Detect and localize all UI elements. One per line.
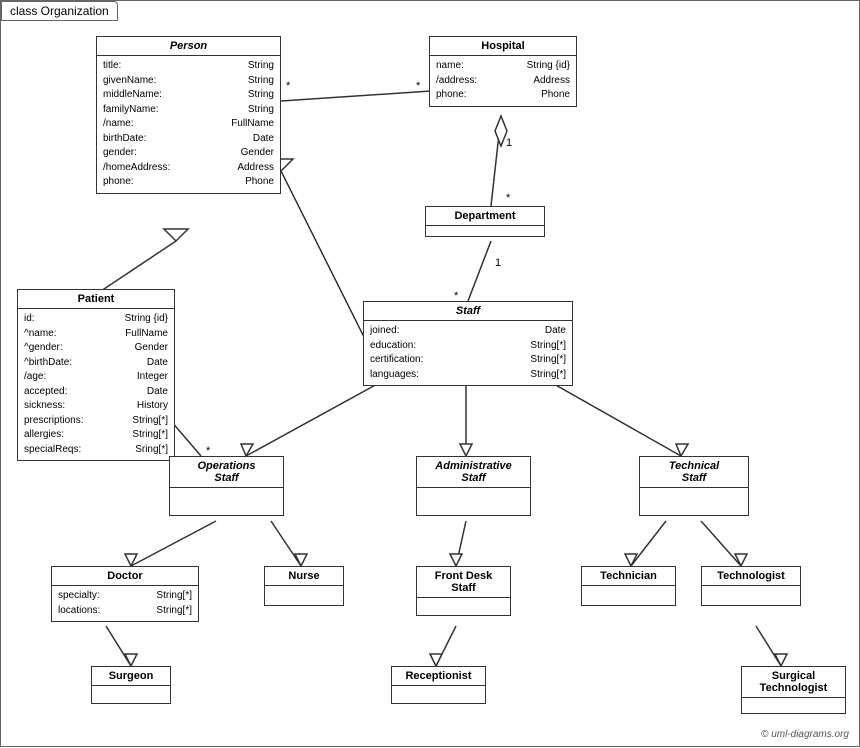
class-department: Department bbox=[425, 206, 545, 237]
class-receptionist-attrs bbox=[392, 686, 485, 694]
class-nurse-attrs bbox=[265, 586, 343, 596]
class-technical-staff: Technical Staff bbox=[639, 456, 749, 516]
class-surgical-technologist-attrs bbox=[742, 698, 845, 704]
class-front-desk-staff-attrs bbox=[417, 598, 510, 604]
class-hospital-attrs: name:String {id} /address:Address phone:… bbox=[430, 56, 576, 106]
class-person-attrs: title:String givenName:String middleName… bbox=[97, 56, 280, 193]
diagram-container: class Organization * * 1 * 1 * * * bbox=[0, 0, 860, 747]
class-surgeon: Surgeon bbox=[91, 666, 171, 704]
class-receptionist-name: Receptionist bbox=[392, 667, 485, 686]
class-operations-staff-name: Operations Staff bbox=[170, 457, 283, 488]
svg-text:1: 1 bbox=[506, 137, 512, 149]
class-doctor: Doctor specialty:String[*] locations:Str… bbox=[51, 566, 199, 622]
class-staff-name: Staff bbox=[364, 302, 572, 321]
class-front-desk-staff: Front Desk Staff bbox=[416, 566, 511, 616]
class-person-name: Person bbox=[97, 37, 280, 56]
class-patient-name: Patient bbox=[18, 290, 174, 309]
class-administrative-staff-name: Administrative Staff bbox=[417, 457, 530, 488]
class-technician-name: Technician bbox=[582, 567, 675, 586]
class-technologist-attrs bbox=[702, 586, 800, 596]
class-staff: Staff joined:Date education:String[*] ce… bbox=[363, 301, 573, 386]
class-front-desk-staff-name: Front Desk Staff bbox=[417, 567, 510, 598]
class-technician-attrs bbox=[582, 586, 675, 596]
class-department-attrs bbox=[426, 226, 544, 236]
class-surgical-technologist: Surgical Technologist bbox=[741, 666, 846, 714]
class-technologist: Technologist bbox=[701, 566, 801, 606]
class-person: Person title:String givenName:String mid… bbox=[96, 36, 281, 194]
class-nurse: Nurse bbox=[264, 566, 344, 606]
class-technologist-name: Technologist bbox=[702, 567, 800, 586]
svg-text:*: * bbox=[506, 192, 511, 204]
class-operations-staff: Operations Staff bbox=[169, 456, 284, 516]
class-patient: Patient id:String {id} ^name:FullName ^g… bbox=[17, 289, 175, 461]
class-surgical-technologist-name: Surgical Technologist bbox=[742, 667, 845, 698]
class-hospital: Hospital name:String {id} /address:Addre… bbox=[429, 36, 577, 107]
svg-text:1: 1 bbox=[495, 257, 501, 269]
class-department-name: Department bbox=[426, 207, 544, 226]
class-patient-attrs: id:String {id} ^name:FullName ^gender:Ge… bbox=[18, 309, 174, 460]
svg-text:*: * bbox=[416, 80, 421, 92]
copyright: © uml-diagrams.org bbox=[761, 729, 849, 740]
class-staff-attrs: joined:Date education:String[*] certific… bbox=[364, 321, 572, 385]
svg-text:*: * bbox=[286, 80, 291, 92]
class-surgeon-attrs bbox=[92, 686, 170, 694]
class-doctor-name: Doctor bbox=[52, 567, 198, 586]
class-doctor-attrs: specialty:String[*] locations:String[*] bbox=[52, 586, 198, 621]
class-nurse-name: Nurse bbox=[265, 567, 343, 586]
class-technical-staff-attrs bbox=[640, 488, 748, 494]
class-administrative-staff-attrs bbox=[417, 488, 530, 494]
class-receptionist: Receptionist bbox=[391, 666, 486, 704]
class-operations-staff-attrs bbox=[170, 488, 283, 494]
class-administrative-staff: Administrative Staff bbox=[416, 456, 531, 516]
class-technical-staff-name: Technical Staff bbox=[640, 457, 748, 488]
class-hospital-name: Hospital bbox=[430, 37, 576, 56]
class-surgeon-name: Surgeon bbox=[92, 667, 170, 686]
class-technician: Technician bbox=[581, 566, 676, 606]
diagram-title: class Organization bbox=[1, 1, 118, 21]
